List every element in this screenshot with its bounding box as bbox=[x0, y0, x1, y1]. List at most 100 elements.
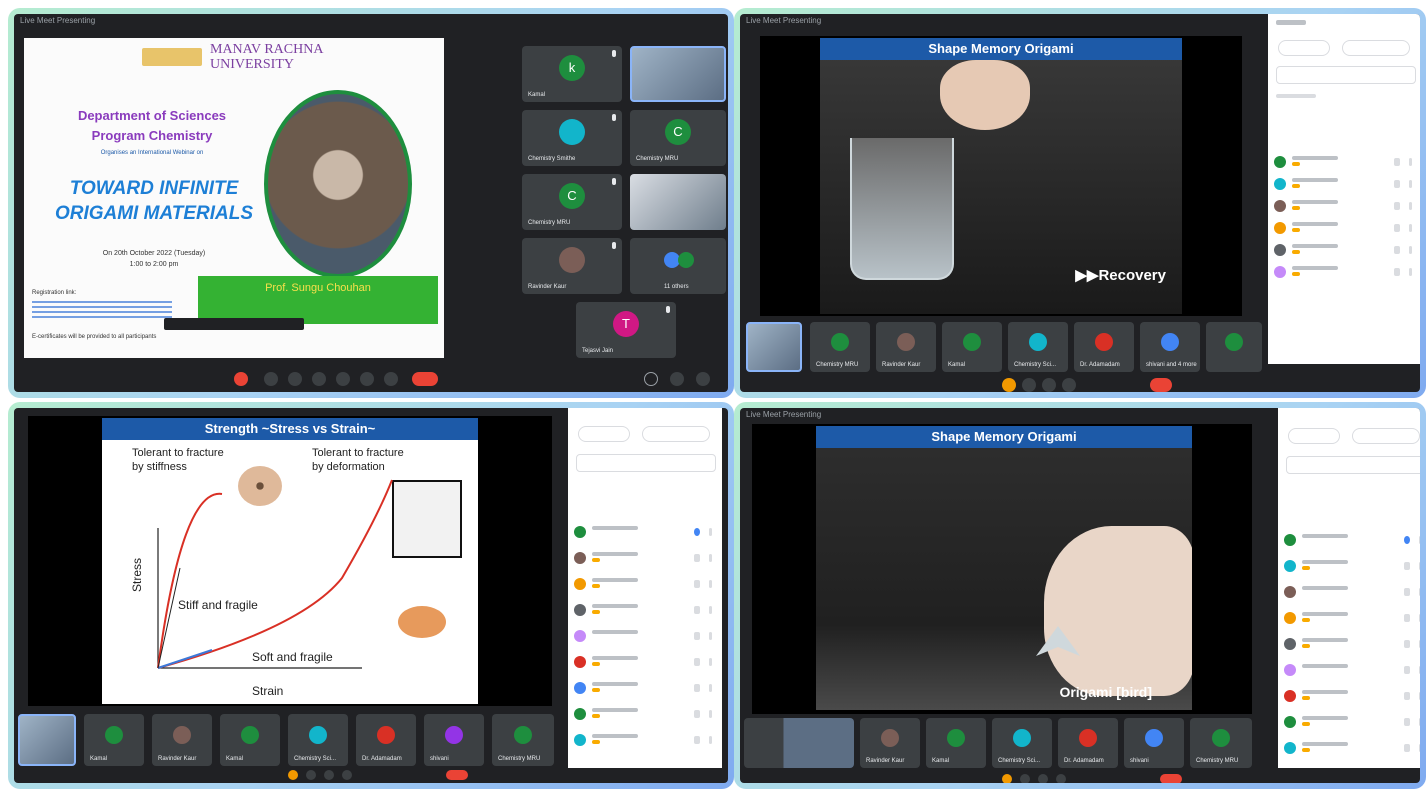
participant-tile[interactable]: Kamal bbox=[926, 718, 986, 768]
participant-video-tile[interactable] bbox=[630, 174, 726, 230]
participant-tile[interactable]: C Chemistry MRU bbox=[522, 174, 622, 230]
present-button[interactable] bbox=[324, 770, 334, 780]
raise-hand-button[interactable] bbox=[336, 372, 350, 386]
participant-tile[interactable]: Chemistry Sci... bbox=[288, 714, 348, 766]
participant-tile[interactable]: C Chemistry MRU bbox=[630, 110, 726, 166]
mic-toggle-button[interactable] bbox=[288, 770, 298, 780]
participant-row[interactable] bbox=[1274, 220, 1416, 236]
participant-video-tile[interactable] bbox=[746, 322, 802, 372]
people-button[interactable] bbox=[670, 372, 684, 386]
participant-tile[interactable]: Ravinder Kaur bbox=[876, 322, 936, 372]
participant-tile[interactable]: T Tejasvi Jain bbox=[576, 302, 676, 358]
participant-row[interactable] bbox=[1284, 688, 1420, 704]
add-people-button[interactable] bbox=[1278, 40, 1330, 56]
participant-tile[interactable]: Chemistry MRU bbox=[492, 714, 554, 766]
participant-row[interactable] bbox=[574, 732, 716, 748]
participant-tile[interactable]: Dr. Adamadam bbox=[356, 714, 416, 766]
more-icon[interactable] bbox=[1419, 692, 1420, 700]
more-icon[interactable] bbox=[1419, 640, 1420, 648]
participant-row[interactable] bbox=[1284, 532, 1420, 548]
participant-row[interactable] bbox=[574, 576, 716, 592]
camera-toggle-button[interactable] bbox=[264, 372, 278, 386]
participant-row[interactable] bbox=[1284, 610, 1420, 626]
participant-row[interactable] bbox=[1274, 242, 1416, 258]
search-input[interactable] bbox=[1286, 456, 1420, 474]
participant-tile[interactable]: Chemistry Smithe bbox=[522, 110, 622, 166]
more-icon[interactable] bbox=[709, 606, 712, 614]
more-icon[interactable] bbox=[709, 632, 712, 640]
leave-call-button[interactable] bbox=[446, 770, 468, 780]
participant-tile[interactable]: Kamal bbox=[942, 322, 1002, 372]
participant-tile[interactable]: Chemistry MRU bbox=[810, 322, 870, 372]
more-icon[interactable] bbox=[1409, 180, 1412, 188]
more-icon[interactable] bbox=[1419, 536, 1420, 544]
participant-row[interactable] bbox=[1284, 636, 1420, 652]
more-icon[interactable] bbox=[1419, 744, 1420, 752]
participant-video-tile[interactable] bbox=[18, 714, 76, 766]
more-icon[interactable] bbox=[709, 580, 712, 588]
add-people-button[interactable] bbox=[578, 426, 630, 442]
mic-toggle-button[interactable] bbox=[234, 372, 248, 386]
participant-row[interactable] bbox=[574, 524, 716, 540]
more-icon[interactable] bbox=[1419, 588, 1420, 596]
participant-row[interactable] bbox=[1284, 740, 1420, 756]
participant-row[interactable] bbox=[1284, 558, 1420, 574]
participant-row[interactable] bbox=[574, 680, 716, 696]
more-options-button[interactable] bbox=[342, 770, 352, 780]
more-icon[interactable] bbox=[1419, 562, 1420, 570]
more-icon[interactable] bbox=[1409, 158, 1412, 166]
camera-toggle-button[interactable] bbox=[1022, 378, 1036, 392]
participant-video-tile[interactable] bbox=[630, 46, 726, 102]
more-options-button[interactable] bbox=[1062, 378, 1076, 392]
more-icon[interactable] bbox=[1409, 224, 1412, 232]
participant-tile[interactable]: shivani bbox=[1124, 718, 1184, 768]
participant-row[interactable] bbox=[1284, 584, 1420, 600]
participant-row[interactable] bbox=[1274, 176, 1416, 192]
more-options-button[interactable] bbox=[360, 372, 374, 386]
participant-video-tile[interactable] bbox=[744, 718, 854, 768]
participant-row[interactable] bbox=[574, 602, 716, 618]
participant-tile[interactable]: k Kamal bbox=[522, 46, 622, 102]
more-icon[interactable] bbox=[709, 528, 712, 536]
search-input[interactable] bbox=[1276, 66, 1416, 84]
host-controls-button[interactable] bbox=[642, 426, 710, 442]
more-icon[interactable] bbox=[1419, 614, 1420, 622]
leave-call-button[interactable] bbox=[412, 372, 438, 386]
participant-tile[interactable] bbox=[1206, 322, 1262, 372]
participant-tile[interactable]: Chemistry Sci... bbox=[992, 718, 1052, 768]
participant-tile[interactable]: shivani and 4 more bbox=[1140, 322, 1200, 372]
leave-call-button[interactable] bbox=[1150, 378, 1172, 392]
participant-row[interactable] bbox=[1274, 198, 1416, 214]
participant-tile[interactable]: Chemistry MRU bbox=[1190, 718, 1252, 768]
participant-row[interactable] bbox=[1274, 154, 1416, 170]
more-icon[interactable] bbox=[709, 736, 712, 744]
participant-tile[interactable]: shivani bbox=[424, 714, 484, 766]
participant-tile[interactable]: Chemistry Sci... bbox=[1008, 322, 1068, 372]
host-controls-button[interactable] bbox=[1342, 40, 1410, 56]
camera-toggle-button[interactable] bbox=[306, 770, 316, 780]
captions-button[interactable] bbox=[288, 372, 302, 386]
info-button[interactable] bbox=[644, 372, 658, 386]
participant-tile[interactable]: Ravinder Kaur bbox=[860, 718, 920, 768]
add-people-button[interactable] bbox=[1288, 428, 1340, 444]
more-icon[interactable] bbox=[1409, 246, 1412, 254]
participant-row[interactable] bbox=[1274, 264, 1416, 280]
participant-row[interactable] bbox=[574, 654, 716, 670]
present-button[interactable] bbox=[1038, 774, 1048, 783]
participant-row[interactable] bbox=[1284, 714, 1420, 730]
reactions-button[interactable] bbox=[384, 372, 398, 386]
participant-tile[interactable]: Ravinder Kaur bbox=[522, 238, 622, 294]
more-icon[interactable] bbox=[1419, 666, 1420, 674]
participant-row[interactable] bbox=[574, 550, 716, 566]
participant-tile[interactable]: 11 others bbox=[630, 238, 726, 294]
host-controls-button[interactable] bbox=[1352, 428, 1420, 444]
more-icon[interactable] bbox=[709, 710, 712, 718]
present-button[interactable] bbox=[312, 372, 326, 386]
participant-tile[interactable]: Dr. Adamadam bbox=[1058, 718, 1118, 768]
participant-tile[interactable]: Ravinder Kaur bbox=[152, 714, 212, 766]
leave-call-button[interactable] bbox=[1160, 774, 1182, 783]
participant-row[interactable] bbox=[1284, 662, 1420, 678]
participant-tile[interactable]: Kamal bbox=[84, 714, 144, 766]
participant-row[interactable] bbox=[574, 706, 716, 722]
more-icon[interactable] bbox=[709, 658, 712, 666]
